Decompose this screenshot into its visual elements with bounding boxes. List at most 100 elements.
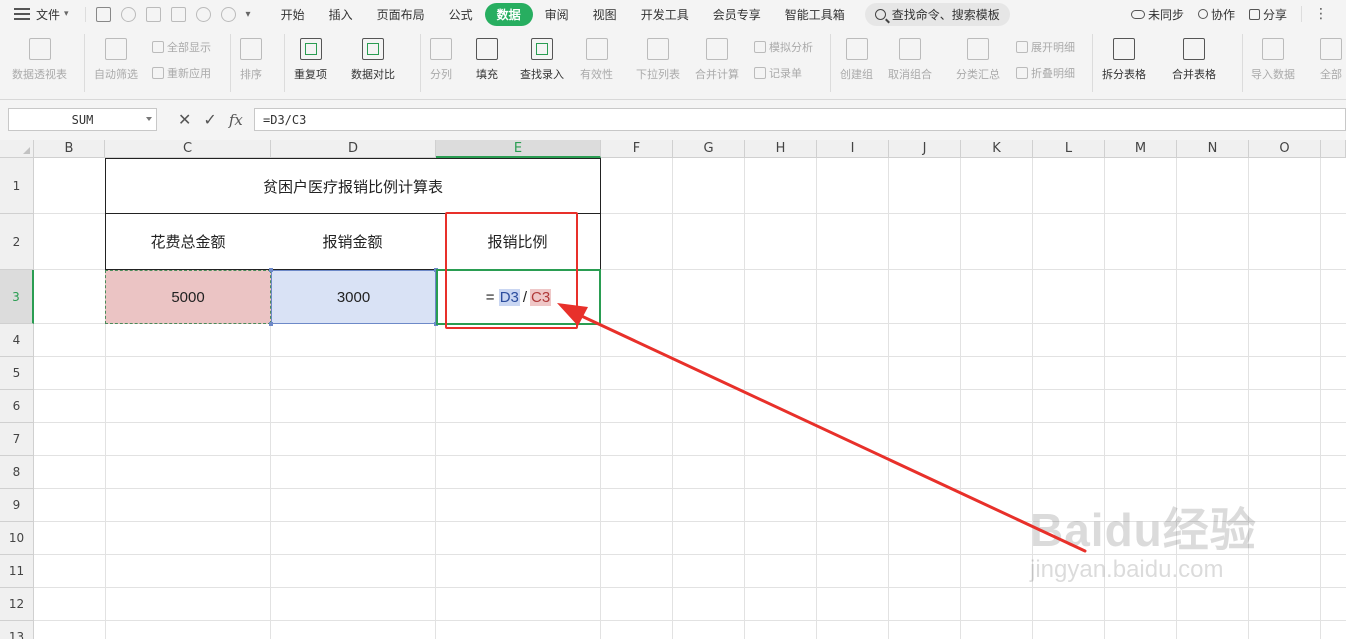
- record-button[interactable]: 记录单: [754, 65, 802, 81]
- merge-table-button[interactable]: 合并表格: [1172, 38, 1216, 82]
- expand-detail-label: 展开明细: [1031, 41, 1075, 54]
- sync-status[interactable]: 未同步: [1130, 6, 1184, 23]
- import-data-button[interactable]: 导入数据: [1251, 38, 1295, 82]
- chevron-down-icon: ▾: [64, 9, 69, 19]
- dropdown-list-button[interactable]: 下拉列表: [636, 38, 680, 82]
- collapse-detail-icon: [1016, 67, 1028, 79]
- find-enter-icon: [531, 38, 553, 60]
- share-label: 分享: [1262, 7, 1287, 22]
- formula-input[interactable]: =D3/C3: [254, 108, 1346, 131]
- fill-button[interactable]: 填充: [476, 38, 498, 82]
- validity-button[interactable]: 有效性: [580, 38, 613, 82]
- collapse-detail-button[interactable]: 折叠明细: [1016, 65, 1075, 81]
- sort-label: 排序: [240, 68, 262, 81]
- show-all-icon: [152, 41, 164, 53]
- split-column-label: 分列: [430, 68, 452, 81]
- share-icon: [1248, 8, 1260, 20]
- tab-insert[interactable]: 插入: [317, 3, 365, 26]
- autofilter-button[interactable]: 自动筛选: [94, 38, 138, 82]
- merge-table-icon: [1183, 38, 1205, 60]
- reapply-button[interactable]: 重新应用: [152, 65, 211, 81]
- split-table-button[interactable]: 拆分表格: [1102, 38, 1146, 82]
- menu-icon[interactable]: [14, 8, 30, 20]
- show-all-button[interactable]: 全部显示: [152, 39, 211, 55]
- consolidate-button[interactable]: 合并计算: [695, 38, 739, 82]
- tab-page-layout[interactable]: 页面布局: [365, 3, 437, 26]
- print-icon[interactable]: [145, 6, 161, 22]
- ribbon-toolbar: 数据透视表 自动筛选 全部显示 重新应用 排序 重复项 数据对比 分列 填充 查…: [0, 28, 1346, 100]
- filter-icon: [105, 38, 127, 60]
- collapse-detail-label: 折叠明细: [1031, 67, 1075, 80]
- create-group-label: 创建组: [840, 68, 873, 81]
- split-table-icon: [1113, 38, 1135, 60]
- fill-icon: [476, 38, 498, 60]
- undo-icon[interactable]: [195, 6, 211, 22]
- pivot-table-label: 数据透视表: [12, 68, 67, 81]
- menu-bar: 文件 ▾ ▾ 开始 插入 页面布局 公式 数据 审阅 视图 开发工具 会员专享 …: [0, 0, 1346, 28]
- tab-smart-toolbox[interactable]: 智能工具箱: [773, 3, 857, 26]
- tab-member[interactable]: 会员专享: [701, 3, 773, 26]
- cancel-icon[interactable]: ✕: [178, 110, 191, 129]
- find-enter-button[interactable]: 查找录入: [520, 38, 564, 82]
- expand-detail-icon: [1016, 41, 1028, 53]
- arrow-head: [557, 303, 588, 326]
- command-search-label: 查找命令、搜索模板: [891, 7, 1000, 22]
- record-icon: [754, 67, 766, 79]
- arrow-shaft: [573, 311, 1087, 553]
- name-box[interactable]: SUM: [8, 108, 157, 131]
- export-icon[interactable]: [120, 6, 136, 22]
- tab-review[interactable]: 审阅: [533, 3, 581, 26]
- search-icon: [874, 8, 886, 20]
- all-icon: [1320, 38, 1342, 60]
- file-menu[interactable]: 文件 ▾: [36, 6, 69, 23]
- split-column-button[interactable]: 分列: [430, 38, 452, 82]
- all-button[interactable]: 全部: [1320, 38, 1346, 82]
- redo-icon[interactable]: [220, 6, 236, 22]
- print-preview-icon[interactable]: [170, 6, 186, 22]
- record-label: 记录单: [769, 67, 802, 80]
- find-enter-label: 查找录入: [520, 68, 564, 81]
- consolidate-label: 合并计算: [695, 68, 739, 81]
- subtotal-button[interactable]: 分类汇总: [956, 38, 1000, 82]
- command-search[interactable]: 查找命令、搜索模板: [864, 2, 1010, 26]
- name-box-value: SUM: [71, 112, 94, 127]
- pivot-table-icon: [28, 38, 51, 60]
- save-icon[interactable]: [95, 6, 111, 22]
- more-icon[interactable]: ⋮: [1301, 6, 1328, 22]
- duplicates-button[interactable]: 重复项: [294, 38, 327, 82]
- split-table-label: 拆分表格: [1102, 68, 1146, 81]
- subtotal-label: 分类汇总: [956, 68, 1000, 81]
- ungroup-label: 取消组合: [888, 68, 932, 81]
- compare-button[interactable]: 数据对比: [351, 38, 395, 82]
- tab-data[interactable]: 数据: [484, 2, 533, 26]
- import-data-label: 导入数据: [1251, 68, 1295, 81]
- annotation-arrow: [557, 303, 1087, 553]
- ribbon-tabs: 开始 插入 页面布局 公式 数据 审阅 视图 开发工具 会员专享 智能工具箱: [269, 2, 857, 26]
- merge-table-label: 合并表格: [1172, 68, 1216, 81]
- confirm-icon[interactable]: ✓: [203, 110, 216, 129]
- simulate-label: 模拟分析: [769, 41, 813, 54]
- autofilter-label: 自动筛选: [94, 68, 138, 81]
- spreadsheet-grid: B C D E F G H I J K L M N O 1 2 3 4 5 6 …: [0, 140, 1346, 639]
- customize-chevron-icon[interactable]: ▾: [246, 9, 251, 20]
- tab-view[interactable]: 视图: [581, 3, 629, 26]
- validity-icon: [585, 38, 608, 60]
- insert-function-icon[interactable]: fx: [229, 111, 243, 129]
- create-group-button[interactable]: 创建组: [840, 38, 873, 82]
- tab-home[interactable]: 开始: [269, 3, 317, 26]
- sort-button[interactable]: 排序: [240, 38, 262, 82]
- compare-icon: [362, 38, 384, 60]
- simulate-button[interactable]: 模拟分析: [754, 39, 813, 55]
- subtotal-icon: [967, 38, 989, 60]
- compare-label: 数据对比: [351, 68, 395, 81]
- ungroup-button[interactable]: 取消组合: [888, 38, 932, 82]
- tab-formulas[interactable]: 公式: [437, 3, 485, 26]
- share-button[interactable]: 分享: [1248, 6, 1287, 23]
- collaborate-button[interactable]: 协作: [1197, 6, 1235, 23]
- split-column-icon: [430, 38, 452, 60]
- chevron-down-icon[interactable]: [146, 117, 152, 121]
- quick-access-toolbar: ▾: [84, 6, 251, 22]
- tab-developer[interactable]: 开发工具: [629, 3, 701, 26]
- pivot-table-button[interactable]: 数据透视表: [12, 38, 67, 82]
- expand-detail-button[interactable]: 展开明细: [1016, 39, 1075, 55]
